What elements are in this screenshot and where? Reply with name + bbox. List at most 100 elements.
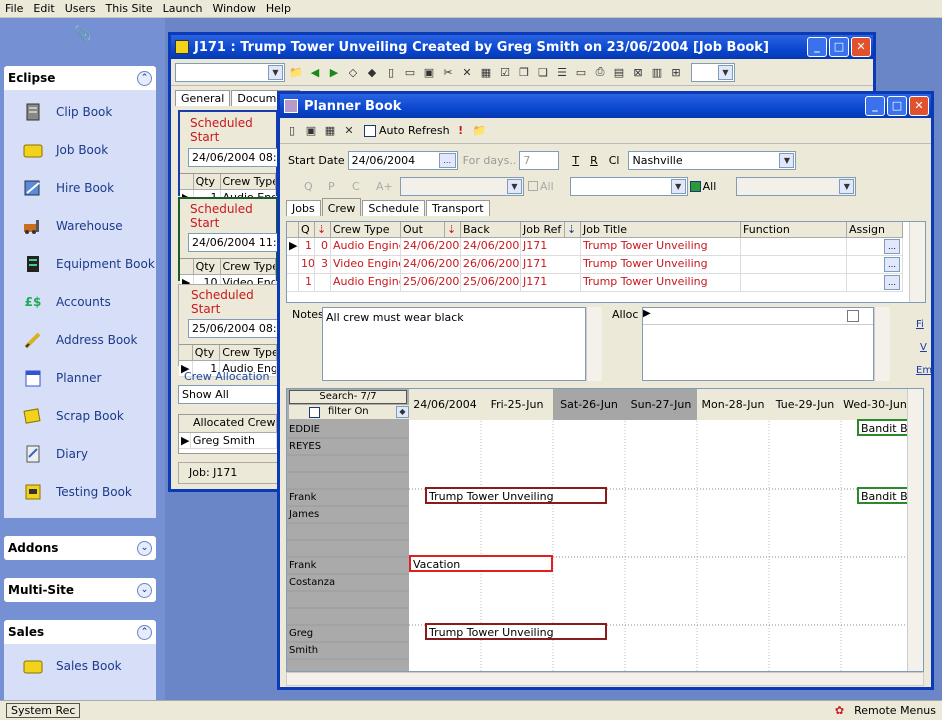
col-job-ref[interactable]: Job Ref — [521, 222, 565, 238]
filter-select-1[interactable]: ▼ — [400, 176, 524, 196]
paperclip-icon[interactable]: 📎 — [74, 26, 91, 42]
tab-schedule[interactable]: Schedule — [362, 200, 425, 216]
event-trump-tower-1[interactable]: Trump Tower Unveiling — [425, 487, 607, 504]
remote-menus-icon[interactable]: ✿ — [835, 704, 844, 717]
close-button[interactable]: ✕ — [851, 37, 871, 57]
day-header-weekend[interactable]: Sun-27-Jun — [625, 389, 697, 420]
show-all-select[interactable]: Show All — [178, 385, 278, 404]
filter-checkbox[interactable] — [309, 406, 320, 418]
a-plus-button[interactable]: A+ — [376, 180, 398, 193]
col-q[interactable]: Q — [299, 222, 315, 238]
all-checkbox-2[interactable] — [689, 180, 701, 192]
close-doc-icon[interactable]: ⊠ — [630, 64, 646, 80]
day-header-weekend[interactable]: Sat-26-Jun — [553, 389, 625, 420]
tab-crew[interactable]: Crew — [321, 198, 362, 216]
assign-button[interactable]: … — [884, 257, 900, 272]
sidebar-item-clip-book[interactable]: Clip Book — [4, 94, 156, 130]
event-vacation[interactable]: Vacation — [409, 555, 553, 572]
table-row[interactable]: 1 Audio Enginee 25/06/2004 25/06/2004 J1… — [287, 274, 925, 292]
location-select[interactable]: Nashville ▼ — [628, 150, 797, 170]
menu-window[interactable]: Window — [207, 2, 260, 15]
close-button[interactable]: ✕ — [909, 96, 929, 116]
day-header[interactable]: Fri-25-Jun — [481, 389, 553, 420]
export-icon[interactable]: ⊞ — [668, 64, 684, 80]
filter-select-3[interactable]: ▼ — [736, 176, 857, 196]
alloc-checkbox[interactable] — [847, 310, 859, 322]
menu-edit[interactable]: Edit — [28, 2, 59, 15]
t-button[interactable]: T — [572, 154, 579, 167]
alloc-scrollbar[interactable] — [874, 307, 890, 381]
event-bandit-2[interactable]: Bandit Buil — [857, 487, 911, 504]
search-button[interactable]: Search- 7/7 — [289, 390, 407, 404]
save-icon[interactable]: ▣ — [421, 64, 437, 80]
start-date-field[interactable]: 24/06/2004… — [347, 150, 458, 170]
assign-button[interactable]: … — [884, 275, 900, 290]
minimize-button[interactable]: _ — [807, 37, 827, 57]
minimize-button[interactable]: _ — [865, 96, 885, 116]
sidebar-item-equipment-book[interactable]: Equipment Book — [4, 246, 156, 282]
auto-refresh-toggle[interactable]: Auto Refresh — [364, 124, 450, 137]
save-icon[interactable]: ▣ — [303, 123, 319, 139]
multisite-panel-header[interactable]: Multi-Site ⌄ — [4, 578, 156, 602]
report-icon[interactable]: ▤ — [611, 64, 627, 80]
sidebar-item-job-book[interactable]: Job Book — [4, 132, 156, 168]
filter-select-2[interactable]: ▼ — [569, 176, 688, 196]
menu-launch[interactable]: Launch — [158, 2, 208, 15]
alert-icon[interactable]: ! — [453, 123, 469, 139]
sort-az-icon[interactable]: ⇣ — [445, 222, 461, 238]
edit-icon[interactable]: ◆ — [364, 64, 380, 80]
print-icon[interactable]: ⎙ — [592, 64, 608, 80]
p-button[interactable]: P — [328, 180, 350, 193]
delete-icon[interactable]: ✕ — [341, 123, 357, 139]
collapse-icon[interactable]: ⌃ — [137, 70, 152, 86]
open-icon[interactable]: ▭ — [402, 64, 418, 80]
tab-general[interactable]: General — [175, 90, 231, 106]
sidebar-item-sales-book[interactable]: Sales Book — [4, 648, 156, 684]
scheduled-start-field[interactable]: 24/06/2004 08:0 — [188, 148, 278, 167]
grid-icon[interactable]: ▦ — [478, 64, 494, 80]
tab-jobs[interactable]: Jobs — [286, 200, 321, 216]
day-header[interactable]: Mon-28-Jun — [697, 389, 769, 420]
maximize-button[interactable]: □ — [829, 37, 849, 57]
col-assign[interactable]: Assign — [847, 222, 903, 238]
remote-menus-label[interactable]: Remote Menus — [854, 704, 936, 717]
addons-panel-header[interactable]: Addons ⌄ — [4, 536, 156, 560]
all-checkbox-1[interactable] — [528, 181, 538, 191]
chart-icon[interactable]: ▥ — [649, 64, 665, 80]
delete-icon[interactable]: ✕ — [459, 64, 475, 80]
job-selector[interactable]: ▼ — [175, 62, 285, 82]
link-v[interactable]: V — [920, 342, 927, 353]
new-icon[interactable]: ▯ — [284, 123, 300, 139]
folder-icon[interactable]: 📁 — [472, 123, 488, 139]
planner-titlebar[interactable]: Planner Book _ □ ✕ — [280, 94, 931, 118]
link-em[interactable]: Em — [916, 365, 932, 376]
notes-scrollbar[interactable] — [586, 307, 602, 381]
menu-file[interactable]: File — [0, 2, 28, 15]
date-picker-icon[interactable]: … — [438, 152, 456, 168]
dropdown-arrow-icon[interactable]: ▼ — [718, 64, 733, 80]
menu-help[interactable]: Help — [261, 2, 296, 15]
paste-icon[interactable]: ❏ — [535, 64, 551, 80]
expand-icon[interactable]: ⌄ — [137, 582, 152, 598]
crew-grid-scrollbar[interactable] — [909, 222, 925, 302]
back-arrow-icon[interactable]: ◀ — [307, 64, 323, 80]
q-button[interactable]: Q — [304, 180, 326, 193]
eclipse-panel-header[interactable]: Eclipse ⌃ — [4, 66, 156, 90]
event-trump-tower-2[interactable]: Trump Tower Unveiling — [425, 623, 607, 640]
erase-icon[interactable]: ◇ — [345, 64, 361, 80]
dropdown-arrow-icon[interactable]: ▼ — [507, 178, 522, 194]
scheduled-start-field[interactable]: 24/06/2004 11:0 — [188, 233, 278, 252]
sidebar-item-testing-book[interactable]: Testing Book — [4, 474, 156, 510]
dropdown-arrow-icon[interactable]: ▼ — [839, 178, 855, 194]
assign-button[interactable]: … — [884, 239, 900, 254]
grid-icon[interactable]: ▦ — [322, 123, 338, 139]
col-crew-type[interactable]: Crew Type — [331, 222, 401, 238]
c-filter-button[interactable]: C — [352, 180, 374, 193]
sales-panel-header[interactable]: Sales ⌃ — [4, 620, 156, 644]
list-icon[interactable]: ☰ — [554, 64, 570, 80]
timeline-scrollbar[interactable] — [907, 389, 923, 671]
tab-transport[interactable]: Transport — [425, 200, 490, 216]
notes-field[interactable]: All crew must wear black — [322, 307, 586, 381]
table-row[interactable]: ▶ 1 0 Audio Enginee 24/06/2004 24/06/200… — [287, 238, 925, 256]
day-header[interactable]: 24/06/2004 — [409, 389, 481, 420]
